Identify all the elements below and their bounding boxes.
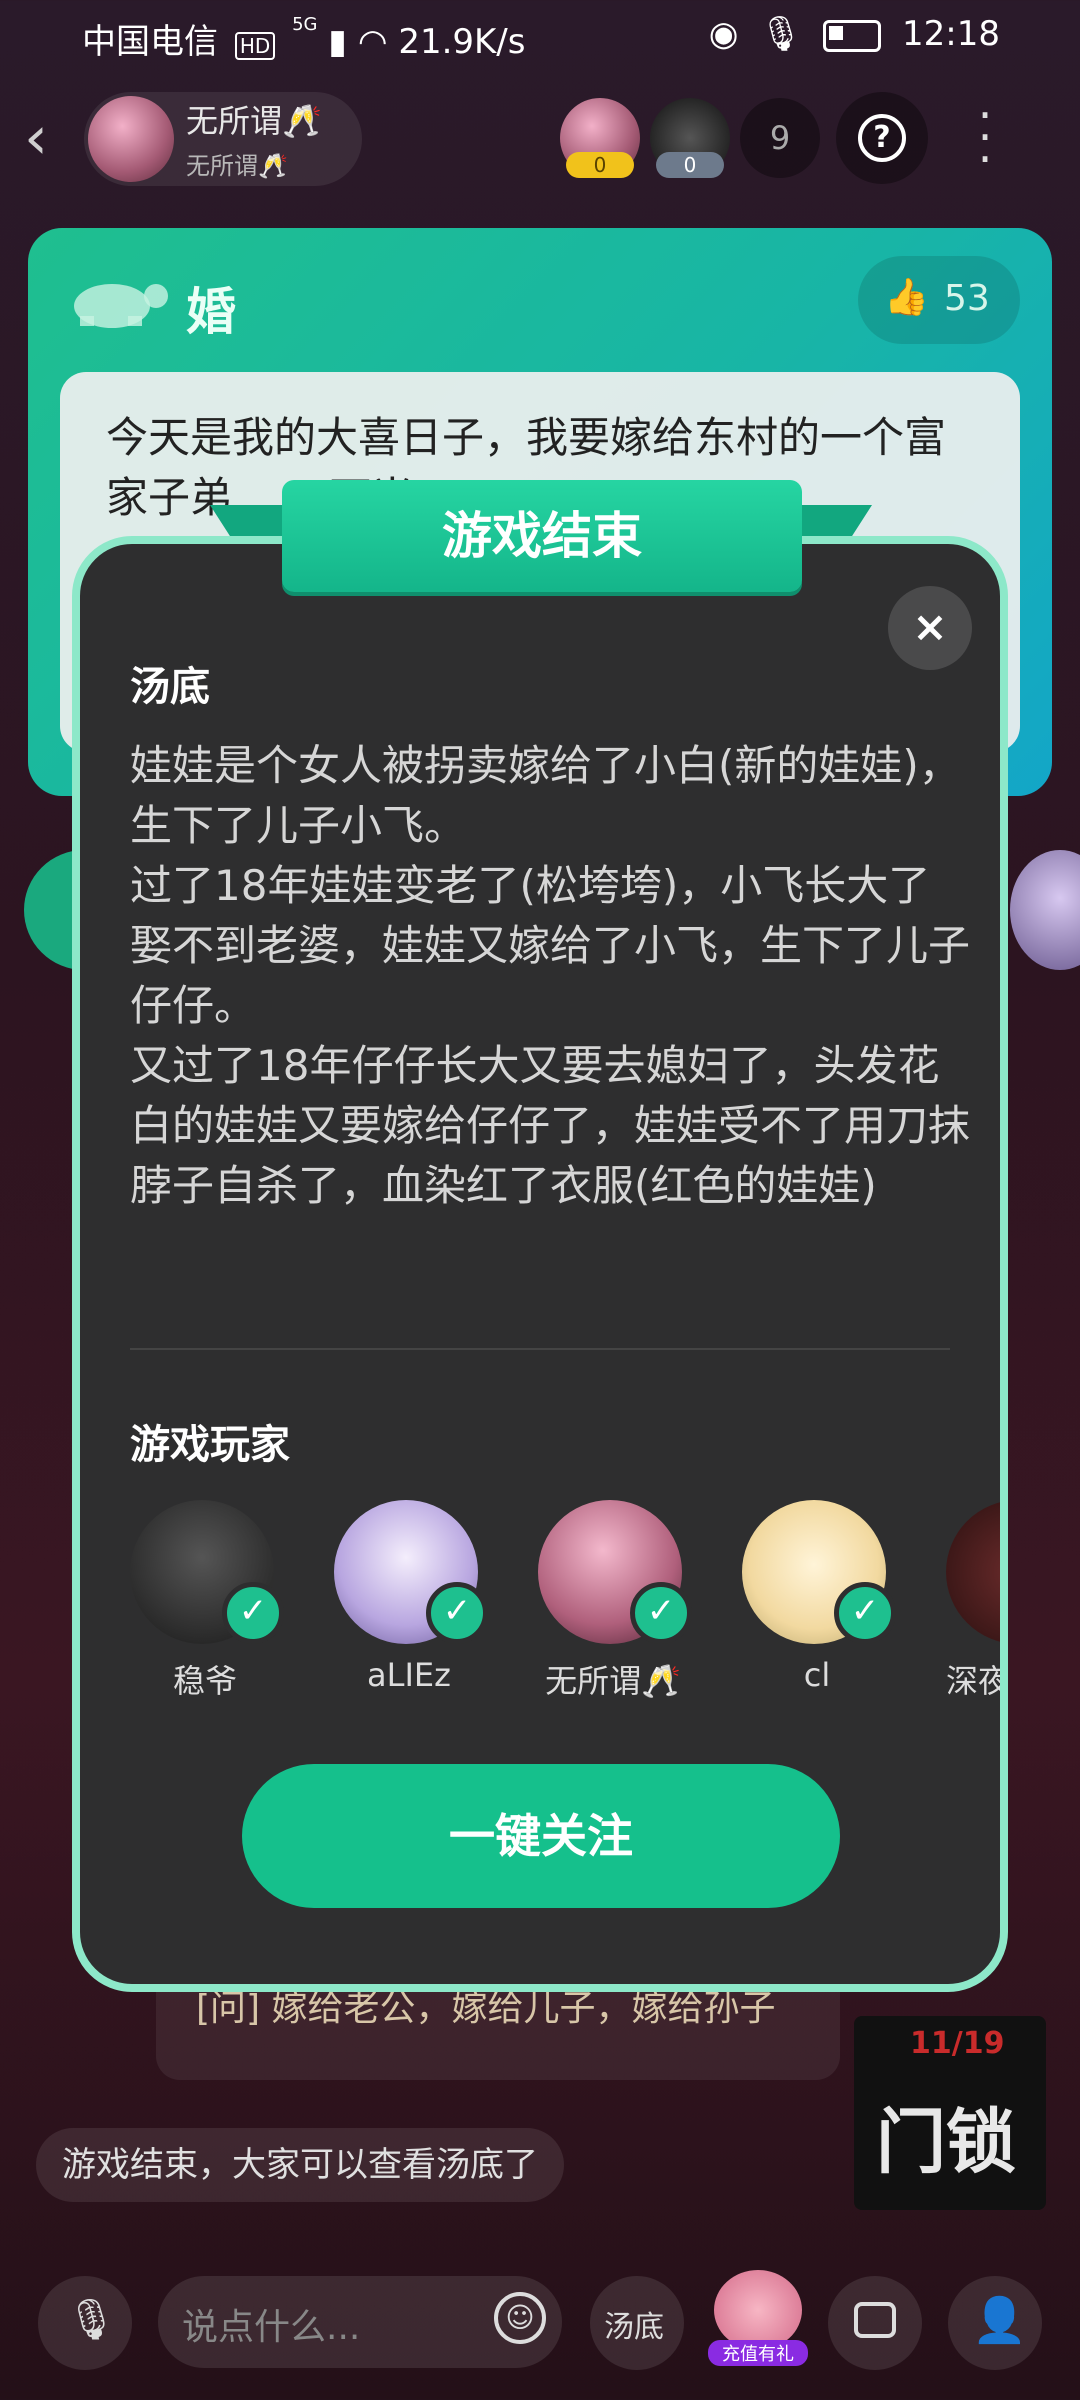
follow-all-label: 一键关注 xyxy=(449,1809,633,1863)
player-name: cl xyxy=(803,1656,831,1694)
check-icon: ✓ xyxy=(630,1582,692,1644)
mic-off-icon: 🎙 xyxy=(66,2297,117,2343)
mic-off-button[interactable]: 🎙 xyxy=(38,2276,132,2370)
back-icon[interactable]: ‹ xyxy=(24,108,74,168)
check-icon: ✓ xyxy=(222,1582,284,1644)
player-name: 深夜 xyxy=(946,1662,1000,1700)
check-icon: ✓ xyxy=(834,1582,896,1644)
check-icon: ✓ xyxy=(426,1582,488,1644)
side-avatar[interactable] xyxy=(1010,850,1080,970)
player-name: aLIEz xyxy=(367,1656,451,1694)
player-name: 无所谓🥂 xyxy=(545,1662,681,1700)
players-list: ✓ 稳爷 ✓ aLIEz ✓ 无所谓🥂 ✓ cl 深夜 xyxy=(130,0,1000,2400)
player-avatar xyxy=(946,1500,1000,1644)
player-name: 稳爷 xyxy=(172,1662,237,1700)
